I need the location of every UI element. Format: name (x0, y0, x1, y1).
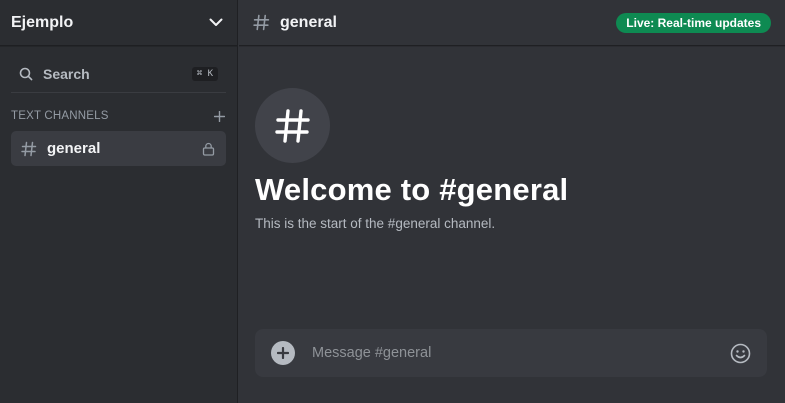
search-button[interactable]: Search ⌘ K (11, 55, 226, 93)
emoji-icon[interactable] (729, 342, 751, 364)
server-header[interactable]: Ejemplo (0, 0, 237, 46)
channel-hash-icon (255, 88, 330, 163)
hash-icon (21, 141, 37, 157)
server-name: Ejemplo (11, 13, 74, 31)
add-channel-icon[interactable] (212, 109, 226, 123)
add-attachment-button[interactable] (271, 341, 295, 365)
welcome-title: Welcome to #general (255, 172, 569, 207)
channel-header: general Live: Real-time updates (239, 0, 785, 46)
channel-title: general (280, 13, 337, 31)
live-status-badge: Live: Real-time updates (616, 12, 771, 33)
search-shortcut-badge: ⌘ K (191, 66, 218, 81)
message-input[interactable] (312, 345, 729, 361)
message-composer (255, 329, 767, 377)
search-label: Search (43, 65, 90, 82)
search-icon (19, 66, 35, 82)
channel-name: general (47, 140, 101, 157)
sidebar-item-general[interactable]: general (11, 131, 226, 166)
chevron-down-icon[interactable] (207, 14, 225, 32)
hash-icon (253, 14, 271, 32)
welcome-section: Welcome to #general This is the start of… (255, 88, 568, 231)
channel-category: TEXT CHANNELS (11, 109, 226, 123)
sidebar: Ejemplo Search ⌘ K TEXT CHANNELS general (0, 0, 238, 403)
category-label: TEXT CHANNELS (11, 110, 109, 122)
lock-icon (202, 142, 216, 156)
main-panel: general Live: Real-time updates Welcome … (239, 0, 785, 403)
welcome-subtitle: This is the start of the #general channe… (255, 216, 496, 231)
